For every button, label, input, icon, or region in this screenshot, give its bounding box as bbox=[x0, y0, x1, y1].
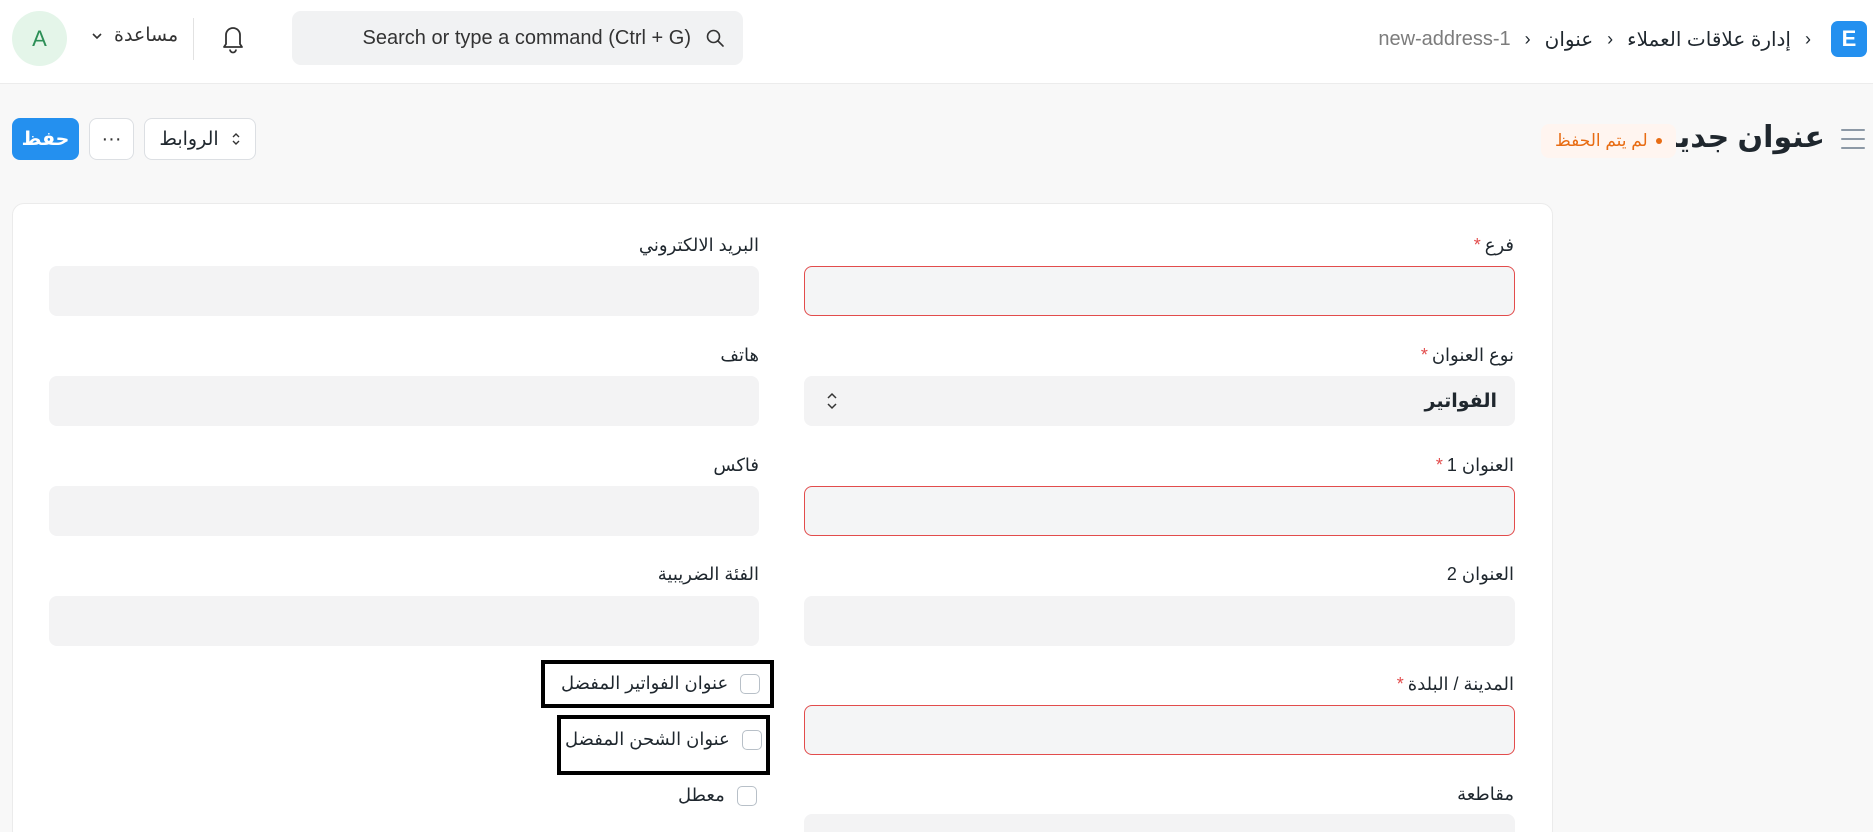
status-badge: لم يتم الحفظ bbox=[1541, 124, 1676, 158]
address-type-label: نوع العنوان* bbox=[1420, 345, 1514, 365]
chevron-right-icon: › bbox=[1524, 28, 1531, 49]
city-input[interactable] bbox=[804, 705, 1515, 755]
phone-input[interactable] bbox=[49, 376, 759, 426]
search-placeholder: Search or type a command (Ctrl + G) bbox=[362, 26, 691, 49]
avatar[interactable]: A bbox=[12, 11, 67, 66]
notification-bell-icon[interactable] bbox=[218, 22, 248, 54]
app-logo[interactable]: E bbox=[1831, 21, 1867, 57]
branch-input[interactable] bbox=[804, 266, 1515, 316]
preferred-billing-checkbox[interactable] bbox=[740, 673, 761, 694]
preferred-shipping-label: عنوان الشحن المفضل bbox=[565, 729, 730, 749]
disabled-row[interactable]: معطل bbox=[678, 785, 757, 806]
page-title: عنوان جديد bbox=[1661, 121, 1825, 154]
branch-label: فرع* bbox=[1473, 235, 1514, 255]
fax-label: فاكس bbox=[713, 455, 759, 475]
address-line1-label: العنوان 1* bbox=[1435, 455, 1514, 475]
address-type-value: الفواتير bbox=[1424, 390, 1497, 412]
preferred-billing-row[interactable]: عنوان الفواتير المفضل bbox=[561, 673, 761, 694]
save-button[interactable]: حفظ bbox=[12, 118, 79, 160]
links-dropdown-button[interactable]: الروابط bbox=[144, 118, 256, 160]
breadcrumb-current: new-address-1 bbox=[1378, 27, 1511, 50]
city-label: المدينة / البلدة* bbox=[1396, 674, 1514, 694]
sort-arrows-icon bbox=[232, 133, 240, 145]
help-dropdown[interactable]: مساعدة bbox=[90, 24, 178, 47]
email-input[interactable] bbox=[49, 266, 759, 316]
navbar-divider bbox=[193, 18, 194, 60]
disabled-checkbox[interactable] bbox=[736, 785, 757, 806]
address-line2-label: العنوان 2 bbox=[1446, 564, 1514, 584]
county-label: مقاطعة bbox=[1457, 784, 1514, 804]
status-text: لم يتم الحفظ bbox=[1555, 131, 1648, 150]
navbar: E › إدارة علاقات العملاء › عنوان › new-a… bbox=[0, 0, 1873, 84]
links-label: الروابط bbox=[159, 128, 219, 150]
email-label: البريد الالكتروني bbox=[638, 235, 759, 255]
preferred-shipping-row[interactable]: عنوان الشحن المفضل bbox=[565, 729, 762, 750]
preferred-shipping-checkbox[interactable] bbox=[741, 729, 762, 750]
address-line2-input[interactable] bbox=[804, 596, 1515, 646]
chevron-right-icon: › bbox=[1607, 28, 1614, 49]
tax-category-input[interactable] bbox=[49, 596, 759, 646]
address-type-select[interactable]: الفواتير bbox=[804, 376, 1515, 426]
breadcrumb-address[interactable]: عنوان bbox=[1545, 27, 1594, 52]
breadcrumb: › إدارة علاقات العملاء › عنوان › new-add… bbox=[1378, 24, 1811, 54]
more-actions-button[interactable]: ··· bbox=[89, 118, 134, 160]
fax-input[interactable] bbox=[49, 486, 759, 536]
preferred-billing-label: عنوان الفواتير المفضل bbox=[561, 673, 729, 693]
phone-label: هاتف bbox=[720, 345, 759, 365]
disabled-label: معطل bbox=[678, 785, 725, 805]
breadcrumb-crm[interactable]: إدارة علاقات العملاء bbox=[1627, 27, 1791, 52]
county-input[interactable] bbox=[804, 814, 1515, 832]
chevron-down-icon bbox=[92, 32, 102, 39]
chevron-right-icon: › bbox=[1805, 28, 1811, 49]
select-arrows-icon bbox=[827, 392, 837, 410]
sidebar-toggle-icon[interactable] bbox=[1841, 129, 1865, 149]
help-label: مساعدة bbox=[114, 25, 179, 46]
address-line1-input[interactable] bbox=[804, 486, 1515, 536]
search-icon bbox=[706, 29, 724, 47]
tax-category-label: الفئة الضريبية bbox=[657, 564, 759, 584]
status-dot bbox=[1655, 138, 1662, 144]
search-bar[interactable]: Search or type a command (Ctrl + G) bbox=[292, 11, 743, 65]
